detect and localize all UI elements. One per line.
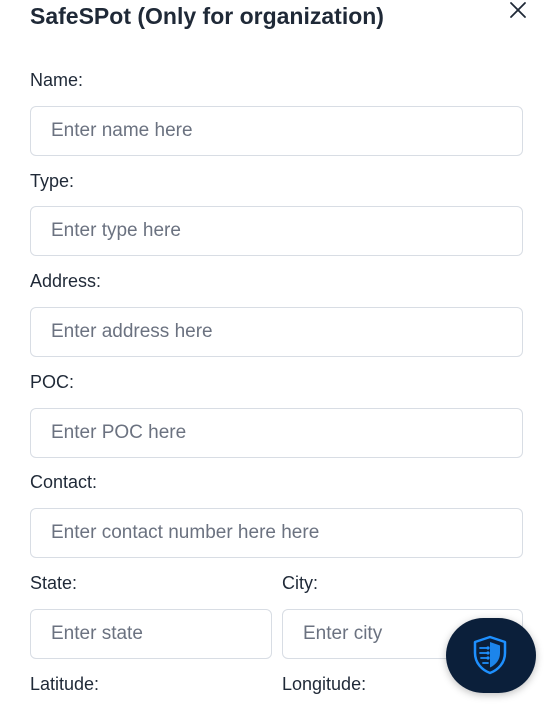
poc-input[interactable] <box>30 408 523 458</box>
longitude-label: Longitude: <box>282 674 367 694</box>
address-input[interactable] <box>30 307 523 357</box>
poc-label: POC: <box>30 372 75 392</box>
shield-icon <box>473 635 507 675</box>
address-label: Address: <box>30 271 102 291</box>
city-label: City: <box>282 573 318 593</box>
state-label: State: <box>30 573 78 593</box>
dialog-title: SafeSPot (Only for organization) <box>30 3 384 29</box>
type-input[interactable] <box>30 206 523 256</box>
state-input[interactable] <box>30 609 272 659</box>
contact-input[interactable] <box>30 508 523 558</box>
close-icon <box>510 2 526 18</box>
close-button[interactable] <box>507 0 529 22</box>
type-label: Type: <box>30 171 75 191</box>
name-label: Name: <box>30 70 84 90</box>
shield-fab-button[interactable] <box>446 618 536 693</box>
contact-label: Contact: <box>30 472 98 492</box>
latitude-label: Latitude: <box>30 674 100 694</box>
name-input[interactable] <box>30 106 523 156</box>
